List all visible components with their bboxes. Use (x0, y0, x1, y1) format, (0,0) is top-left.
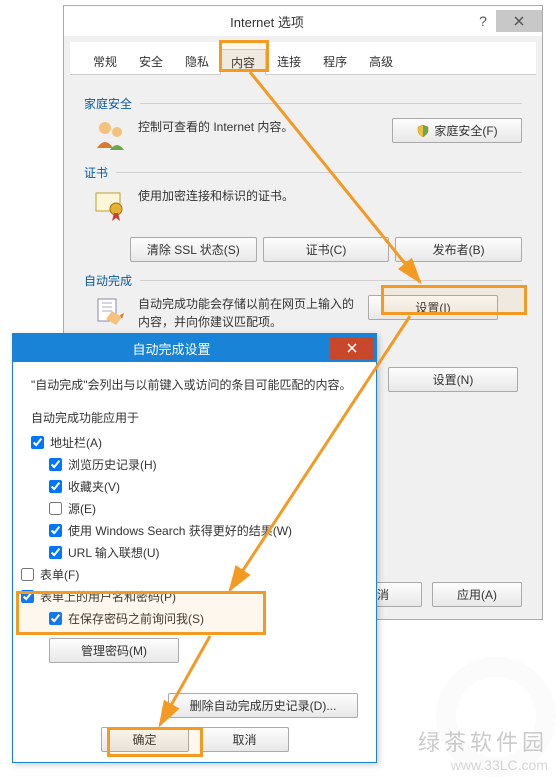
family-safety-icon (92, 118, 128, 154)
ac-cancel-button[interactable]: 取消 (201, 727, 289, 752)
autocomplete-icon (92, 295, 128, 331)
ac-intro: "自动完成"会列出与以前键入或访问的条目可能匹配的内容。 (31, 376, 358, 393)
lbl-history[interactable]: 浏览历史记录(H) (68, 456, 157, 473)
tab-privacy[interactable]: 隐私 (174, 48, 220, 74)
section-cert-title: 证书 (84, 164, 522, 181)
feeds-settings-button[interactable]: 设置(N) (388, 367, 518, 392)
tabs: 常规 安全 隐私 内容 连接 程序 高级 (70, 42, 536, 75)
lbl-askbeforesave[interactable]: 在保存密码之前询问我(S) (68, 610, 204, 627)
chk-winsearch[interactable] (49, 524, 62, 537)
family-safety-button[interactable]: 家庭安全(F) (392, 118, 522, 143)
lbl-urlsuggest[interactable]: URL 输入联想(U) (68, 544, 160, 561)
family-desc: 控制可查看的 Internet 内容。 (138, 118, 382, 136)
autocomplete-desc: 自动完成功能会存储以前在网页上输入的内容，并向你建议匹配项。 (138, 295, 358, 331)
chk-history[interactable] (49, 458, 62, 471)
tab-connections[interactable]: 连接 (266, 48, 312, 74)
close-icon (347, 343, 357, 353)
window-title: Internet 选项 (64, 12, 470, 31)
chk-forms[interactable] (21, 568, 34, 581)
autocomplete-dialog: 自动完成设置 "自动完成"会列出与以前键入或访问的条目可能匹配的内容。 自动完成… (12, 333, 377, 763)
certificates-button[interactable]: 证书(C) (263, 237, 390, 262)
lbl-winsearch[interactable]: 使用 Windows Search 获得更好的结果(W) (68, 522, 292, 539)
shield-icon (416, 124, 430, 138)
section-family-title: 家庭安全 (84, 95, 522, 112)
chk-addressbar[interactable] (31, 436, 44, 449)
ac-titlebar: 自动完成设置 (13, 334, 376, 362)
close-icon (514, 16, 524, 26)
ac-applies-label: 自动完成功能应用于 (31, 409, 358, 426)
lbl-feeds[interactable]: 源(E) (68, 500, 96, 517)
tab-general[interactable]: 常规 (82, 48, 128, 74)
manage-passwords-button[interactable]: 管理密码(M) (49, 638, 179, 663)
autocomplete-settings-button[interactable]: 设置(I) (368, 295, 498, 320)
section-autocomplete-title: 自动完成 (84, 272, 522, 289)
help-button[interactable]: ? (470, 10, 496, 32)
lbl-favorites[interactable]: 收藏夹(V) (68, 478, 120, 495)
close-button[interactable] (496, 10, 542, 32)
lbl-forms[interactable]: 表单(F) (40, 566, 79, 583)
delete-history-button[interactable]: 删除自动完成历史记录(D)... (168, 693, 358, 718)
tab-programs[interactable]: 程序 (312, 48, 358, 74)
apply-button[interactable]: 应用(A) (432, 582, 522, 607)
tab-content[interactable]: 内容 (220, 49, 266, 75)
publishers-button[interactable]: 发布者(B) (395, 237, 522, 262)
chk-askbeforesave[interactable] (49, 612, 62, 625)
chk-urlsuggest[interactable] (49, 546, 62, 559)
ac-title: 自动完成设置 (13, 339, 330, 358)
chk-formuserpass[interactable] (21, 590, 34, 603)
ac-close-button[interactable] (330, 337, 374, 359)
certificate-icon (92, 187, 128, 223)
tab-security[interactable]: 安全 (128, 48, 174, 74)
cert-desc: 使用加密连接和标识的证书。 (138, 187, 522, 205)
watermark: 绿茶软件园 www.33LC.com (418, 725, 548, 773)
titlebar: Internet 选项 ? (64, 6, 542, 36)
chk-feeds[interactable] (49, 502, 62, 515)
lbl-formuserpass[interactable]: 表单上的用户名和密码(P) (40, 588, 176, 605)
tab-advanced[interactable]: 高级 (358, 48, 404, 74)
chk-favorites[interactable] (49, 480, 62, 493)
clear-ssl-button[interactable]: 清除 SSL 状态(S) (130, 237, 257, 262)
ac-ok-button[interactable]: 确定 (101, 727, 189, 752)
lbl-addressbar[interactable]: 地址栏(A) (50, 434, 102, 451)
